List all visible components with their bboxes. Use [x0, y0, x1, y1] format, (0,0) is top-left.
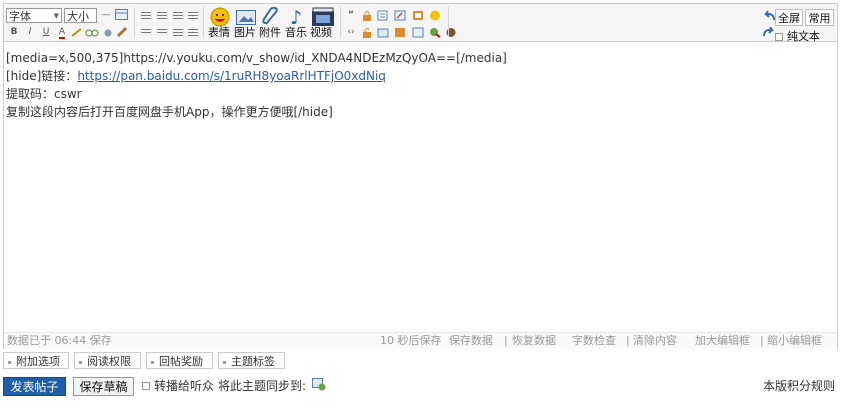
redo-icon[interactable]: [762, 26, 776, 37]
submit-post-button[interactable]: 发表帖子: [3, 377, 66, 396]
autosave-countdown: 10 秒后保存: [380, 334, 442, 347]
password-icon[interactable]: [377, 27, 389, 38]
saved-status: 数据已于 06:44 保存: [7, 334, 112, 347]
code-icon[interactable]: ‹›: [345, 27, 357, 37]
size-select-label: 大小: [67, 10, 89, 23]
format-brush-icon[interactable]: [116, 26, 130, 38]
smile-icon[interactable]: [429, 10, 441, 21]
video-label: 视频: [310, 26, 332, 39]
plaintext-checkbox[interactable]: [775, 33, 783, 41]
quote-icon[interactable]: “: [345, 10, 357, 20]
editor-statusbar: 数据已于 06:44 保存 10 秒后保存 保存数据 | 恢复数据 字数检查 |…: [4, 332, 837, 349]
float-right-icon[interactable]: [156, 27, 168, 37]
baidu-pan-link[interactable]: https://pan.baidu.com/s/1ruRH8yoaRrlHTFj…: [77, 69, 386, 83]
undo-icon[interactable]: [762, 10, 776, 21]
fullscreen-button[interactable]: 全屏: [775, 9, 803, 26]
align-right-icon[interactable]: [172, 10, 184, 20]
content-line: [media=x,500,375]https://v.youku.com/v_s…: [6, 51, 507, 65]
broadcast-label: 转播给听众: [154, 379, 215, 393]
emoji-label: 表情: [208, 26, 230, 39]
hide-icon[interactable]: [394, 27, 406, 38]
wordcount-link[interactable]: 字数检查: [572, 333, 616, 349]
save-draft-button[interactable]: 保存草稿: [73, 377, 134, 396]
float-left-icon[interactable]: [140, 27, 152, 37]
restore-data-link[interactable]: 恢复数据: [512, 333, 556, 349]
copy-icon[interactable]: [377, 10, 389, 21]
unordered-list-icon[interactable]: [187, 27, 199, 37]
link-icon[interactable]: [70, 27, 84, 38]
extra-options-button[interactable]: 附加选项: [3, 352, 69, 369]
post-icon[interactable]: [445, 27, 457, 38]
page-icon[interactable]: [412, 27, 424, 38]
align-justify-icon[interactable]: [187, 10, 199, 20]
common-button[interactable]: 常用: [805, 9, 834, 26]
thread-tags-button[interactable]: 主题标签: [218, 352, 285, 369]
status-divider: |: [760, 334, 764, 347]
lock-icon[interactable]: [361, 10, 373, 21]
unlink-icon[interactable]: [85, 27, 99, 38]
align-left-icon[interactable]: [140, 10, 152, 20]
svg-text:♪: ♪: [290, 7, 302, 27]
align-center-icon[interactable]: [156, 10, 168, 20]
italic-icon[interactable]: I: [24, 27, 36, 37]
thread-tags-label: 主题标签: [231, 355, 275, 368]
rich-text-editor: 字体 ▼ 大小 — B I U A 表情 图片 附件 ♪ 音乐 视频 “ ‹› …: [3, 3, 838, 349]
read-permission-label: 阅读权限: [87, 355, 131, 368]
ordered-list-icon[interactable]: [172, 27, 184, 37]
enlarge-editor-link[interactable]: 加大编辑框: [695, 333, 750, 349]
background-color-icon[interactable]: [101, 27, 115, 38]
horizontal-rule-icon[interactable]: —: [100, 10, 112, 20]
extra-options-label: 附加选项: [16, 355, 60, 368]
weibo-sync-icon[interactable]: [312, 378, 326, 391]
resize-icon[interactable]: [394, 10, 406, 21]
image-icon[interactable]: [235, 7, 257, 27]
free-icon[interactable]: [361, 27, 373, 38]
attachment-label: 附件: [259, 26, 281, 39]
underline-icon[interactable]: U: [40, 27, 52, 37]
toolbar-divider: [340, 7, 341, 37]
reply-reward-label: 回帖奖励: [159, 355, 203, 368]
toolbar-divider: [134, 7, 135, 37]
font-select-label: 字体: [9, 10, 31, 23]
flash-icon[interactable]: [412, 10, 424, 21]
save-data-link[interactable]: 保存数据: [449, 333, 493, 349]
credit-rules-link[interactable]: 本版积分规则: [763, 378, 835, 394]
shrink-editor-link[interactable]: 缩小编辑框: [767, 333, 822, 349]
font-color-icon[interactable]: A: [56, 27, 68, 39]
sync-label: 将此主题同步到:: [218, 379, 307, 393]
plaintext-label: 纯文本: [787, 30, 820, 43]
emoji-icon[interactable]: [209, 7, 231, 27]
broadcast-checkbox[interactable]: [142, 382, 150, 390]
status-divider: |: [626, 334, 630, 347]
toolbar-divider: [203, 7, 204, 37]
bold-icon[interactable]: B: [8, 27, 20, 37]
reply-reward-button[interactable]: 回帖奖励: [146, 352, 213, 369]
content-line: 提取码：cswr: [6, 87, 82, 101]
table-icon[interactable]: [115, 9, 128, 20]
content-line: [hide]链接：https://pan.baidu.com/s/1ruRH8y…: [6, 67, 832, 85]
chevron-down-icon: ▼: [53, 12, 59, 20]
music-icon[interactable]: ♪: [286, 7, 308, 29]
image-label: 图片: [234, 26, 256, 39]
video-icon[interactable]: [311, 7, 335, 27]
attachment-icon[interactable]: [260, 6, 282, 27]
content-text: [hide]链接：: [6, 69, 78, 83]
toolbar-divider: [448, 7, 449, 37]
read-permission-button[interactable]: 阅读权限: [74, 352, 141, 369]
size-select[interactable]: 大小: [64, 8, 97, 23]
status-divider: |: [504, 334, 508, 347]
clear-content-link[interactable]: 清除内容: [633, 333, 677, 349]
editor-content[interactable]: [media=x,500,375]https://v.youku.com/v_s…: [6, 49, 832, 329]
music-label: 音乐: [285, 26, 307, 39]
content-line: 复制这段内容后打开百度网盘手机App，操作更方便哦[/hide]: [6, 105, 333, 119]
editor-toolbar: 字体 ▼ 大小 — B I U A 表情 图片 附件 ♪ 音乐 视频 “ ‹› …: [4, 4, 837, 43]
font-select[interactable]: 字体 ▼: [6, 8, 62, 23]
index-icon[interactable]: [429, 27, 441, 38]
